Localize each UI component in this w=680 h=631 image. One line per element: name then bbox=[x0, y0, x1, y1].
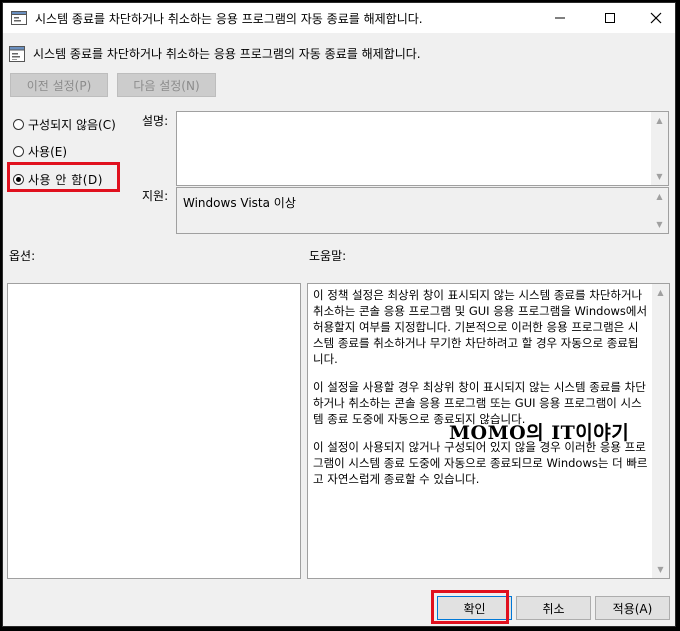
highlight-box-disabled bbox=[7, 162, 120, 192]
help-text: 이 정책 설정은 최상위 창이 표시되지 않는 시스템 종료를 차단하거나 취소… bbox=[313, 287, 648, 499]
scroll-down-icon[interactable]: ▼ bbox=[652, 561, 669, 578]
radio-not-configured[interactable]: 구성되지 않음(C) bbox=[13, 116, 116, 133]
help-label: 도움말: bbox=[309, 249, 347, 263]
window-title: 시스템 종료를 차단하거나 취소하는 응용 프로그램의 자동 종료를 해제합니다… bbox=[35, 12, 423, 26]
radio-label: 구성되지 않음(C) bbox=[28, 118, 116, 132]
policy-dialog-window: 시스템 종료를 차단하거나 취소하는 응용 프로그램의 자동 종료를 해제합니다… bbox=[2, 2, 676, 627]
maximize-button[interactable] bbox=[587, 3, 633, 33]
comment-textarea[interactable]: ▲ ▼ bbox=[176, 111, 669, 186]
policy-title: 시스템 종료를 차단하거나 취소하는 응용 프로그램의 자동 종료를 해제합니다… bbox=[33, 47, 421, 61]
scroll-down-icon[interactable]: ▼ bbox=[651, 216, 668, 233]
close-button[interactable] bbox=[633, 3, 679, 33]
comment-label: 설명: bbox=[142, 114, 169, 128]
help-scrollbar[interactable]: ▲ ▼ bbox=[652, 284, 669, 578]
options-pane bbox=[7, 283, 301, 579]
radio-enabled[interactable]: 사용(E) bbox=[13, 143, 67, 160]
radio-button-icon bbox=[13, 119, 24, 130]
supported-on-label: 지원: bbox=[142, 189, 169, 203]
policy-header-icon bbox=[9, 46, 25, 62]
maximize-icon bbox=[605, 13, 615, 23]
scroll-up-icon[interactable]: ▲ bbox=[651, 112, 668, 129]
scroll-down-icon[interactable]: ▼ bbox=[651, 168, 668, 185]
watermark-text: MOMO의 IT이야기 bbox=[449, 422, 630, 444]
title-bar[interactable]: 시스템 종료를 차단하거나 취소하는 응용 프로그램의 자동 종료를 해제합니다… bbox=[3, 3, 675, 33]
cancel-button[interactable]: 취소 bbox=[516, 596, 591, 620]
apply-button[interactable]: 적용(A) bbox=[595, 596, 670, 620]
options-label: 옵션: bbox=[9, 249, 36, 263]
previous-setting-button[interactable]: 이전 설정(P) bbox=[10, 73, 108, 97]
minimize-button[interactable] bbox=[537, 3, 583, 33]
supported-on-scrollbar[interactable]: ▲ ▼ bbox=[651, 188, 668, 233]
close-icon bbox=[650, 12, 662, 24]
scroll-up-icon[interactable]: ▲ bbox=[652, 284, 669, 301]
supported-on-value: Windows Vista 이상 bbox=[183, 196, 296, 210]
radio-button-icon bbox=[13, 146, 24, 157]
minimize-icon bbox=[555, 17, 565, 19]
help-paragraph: 이 설정이 사용되지 않거나 구성되어 있지 않을 경우 이러한 응용 프로그램… bbox=[313, 440, 648, 486]
policy-setting-icon bbox=[11, 11, 27, 25]
radio-label: 사용(E) bbox=[28, 145, 68, 159]
next-setting-button[interactable]: 다음 설정(N) bbox=[117, 73, 216, 97]
comment-scrollbar[interactable]: ▲ ▼ bbox=[651, 112, 668, 185]
supported-on-box: Windows Vista 이상 ▲ ▼ bbox=[176, 187, 669, 234]
scroll-up-icon[interactable]: ▲ bbox=[651, 188, 668, 205]
help-paragraph: 이 정책 설정은 최상위 창이 표시되지 않는 시스템 종료를 차단하거나 취소… bbox=[313, 288, 648, 366]
highlight-box-ok bbox=[431, 590, 509, 624]
